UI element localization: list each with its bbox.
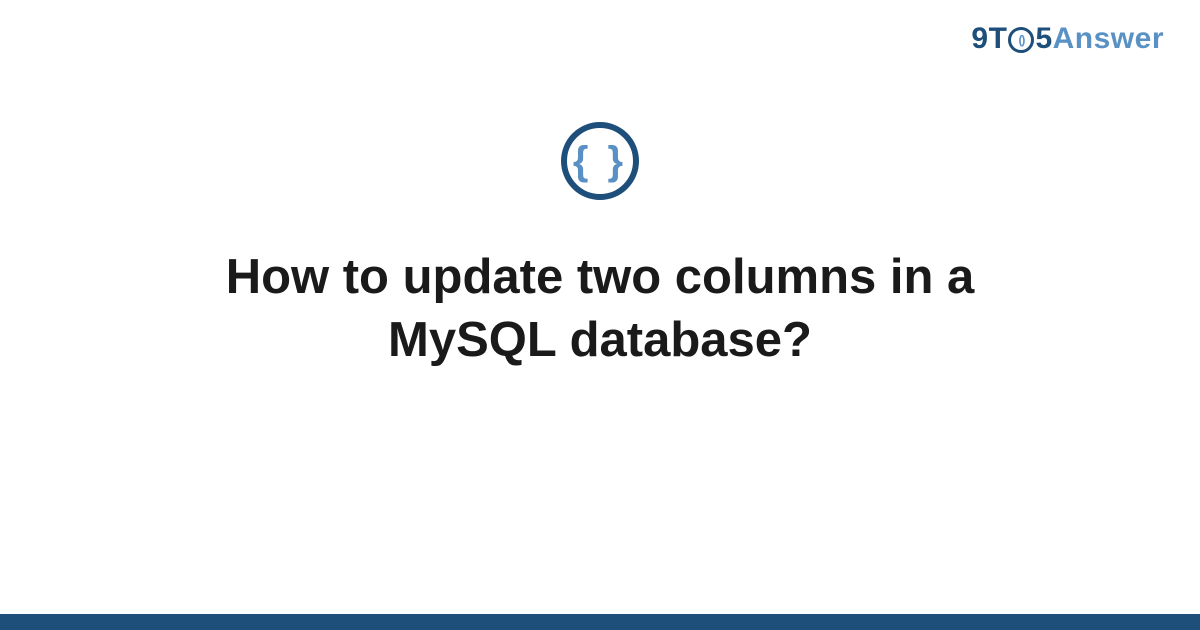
- main-content: { } How to update two columns in a MySQL…: [0, 122, 1200, 371]
- question-title: How to update two columns in a MySQL dat…: [100, 246, 1100, 371]
- logo-o-icon: (): [1008, 27, 1034, 53]
- logo-text-5: 5: [1035, 22, 1052, 56]
- code-braces-icon: { }: [561, 122, 639, 200]
- site-logo: 9T () 5 Answer: [971, 22, 1164, 56]
- logo-text-9t: 9T: [971, 22, 1007, 56]
- braces-glyph: { }: [573, 141, 627, 181]
- logo-o-inner: (): [1018, 34, 1024, 46]
- logo-text-answer: Answer: [1053, 22, 1164, 56]
- footer-accent-bar: [0, 614, 1200, 630]
